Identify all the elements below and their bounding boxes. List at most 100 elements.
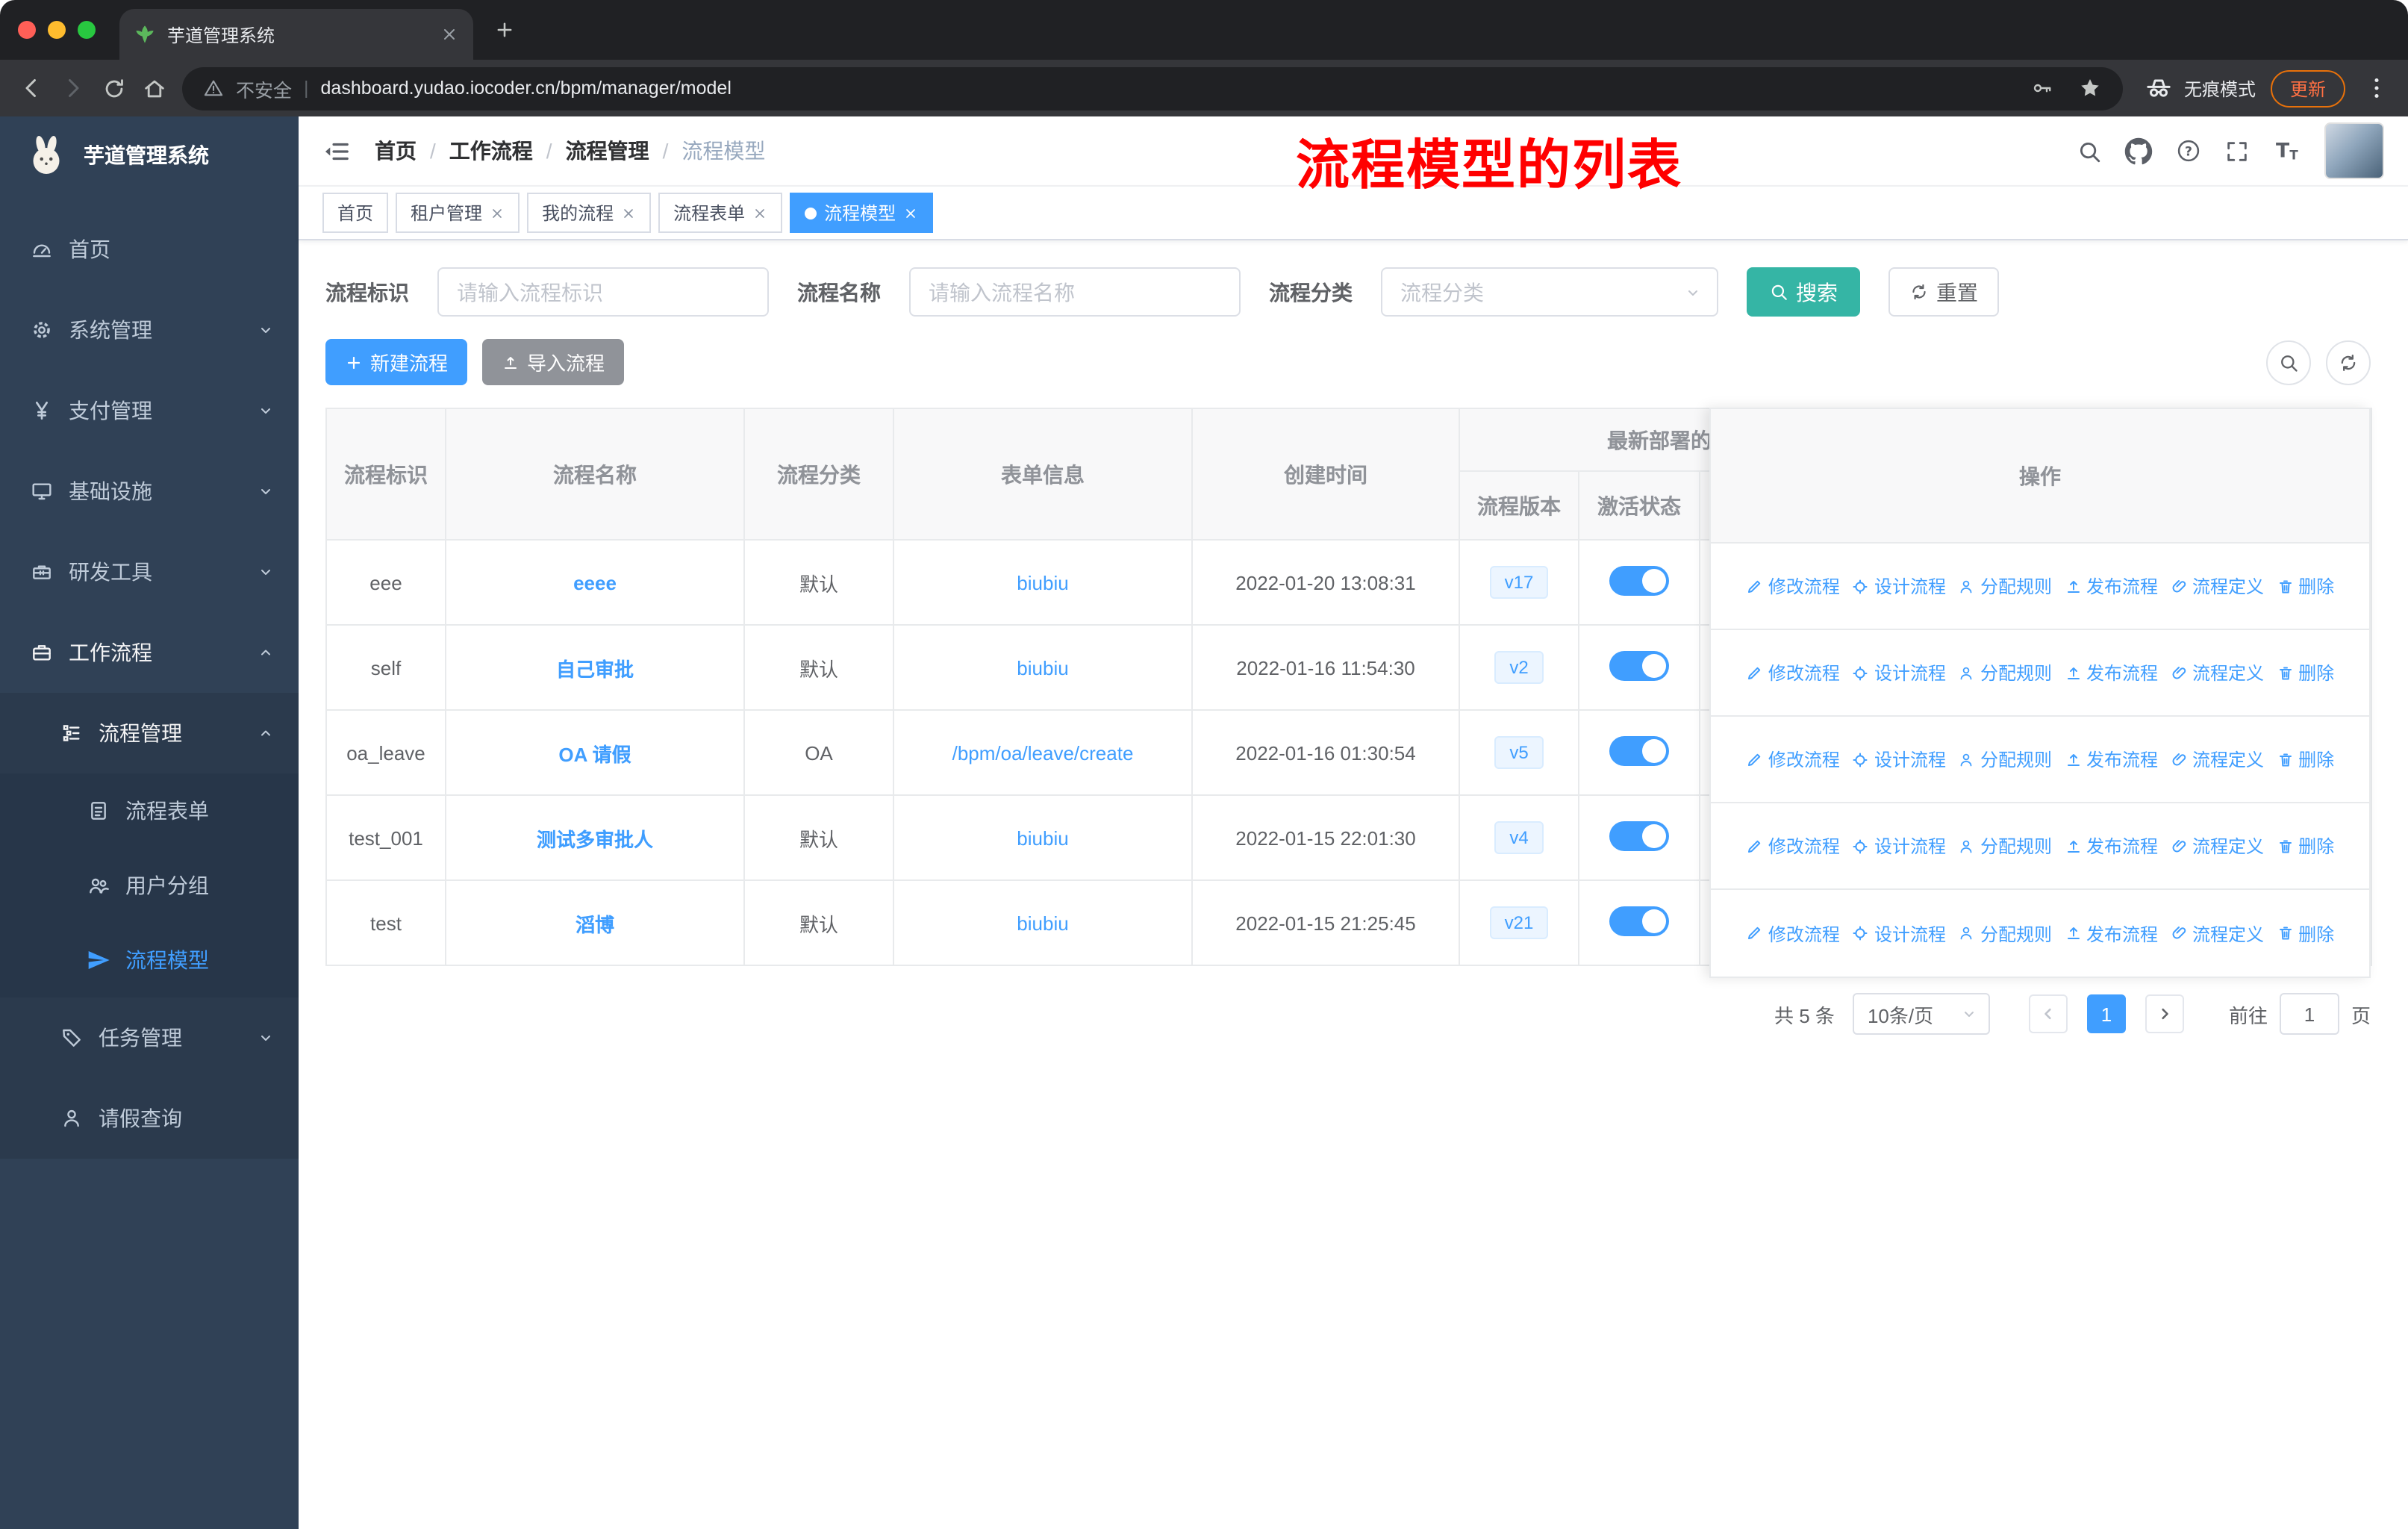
new-tab-button[interactable] [494,19,515,40]
active-toggle[interactable] [1609,565,1669,595]
action-publish[interactable]: 发布流程 [2064,747,2158,772]
close-icon[interactable] [621,205,636,220]
form-link[interactable]: biubiu [1017,826,1068,849]
sidebar-fold-icon[interactable] [322,137,351,165]
process-name-link[interactable]: eeee [573,571,617,594]
form-link[interactable]: biubiu [1017,656,1068,679]
password-key-icon[interactable] [2030,76,2054,100]
active-toggle[interactable] [1609,820,1669,850]
fullscreen-icon[interactable] [2224,138,2250,164]
active-toggle[interactable] [1609,650,1669,680]
process-name-input[interactable] [909,267,1241,317]
tag-process-model[interactable]: 流程模型 [790,193,934,233]
bookmark-star-icon[interactable] [2078,76,2102,100]
form-link[interactable]: biubiu [1017,571,1068,594]
search-button[interactable]: 搜索 [1747,267,1860,317]
action-definition[interactable]: 流程定义 [2170,660,2264,685]
browser-update-button[interactable]: 更新 [2270,69,2345,107]
action-assign[interactable]: 分配规则 [1958,660,2052,685]
sidebar-item-process-model[interactable]: 流程模型 [0,923,299,997]
reset-button[interactable]: 重置 [1888,267,1999,317]
action-modify[interactable]: 修改流程 [1746,921,1840,946]
page-size-select[interactable]: 10条/页 [1852,993,1990,1035]
sidebar-item-leave-query[interactable]: 请假查询 [0,1078,299,1159]
sidebar-item-task-manage[interactable]: 任务管理 [0,997,299,1078]
close-icon[interactable] [903,205,918,220]
action-modify[interactable]: 修改流程 [1746,573,1840,599]
action-design[interactable]: 设计流程 [1852,573,1946,599]
active-toggle[interactable] [1609,906,1669,935]
refresh-table-button[interactable] [2326,340,2371,384]
form-link[interactable]: /bpm/oa/leave/create [952,741,1134,764]
action-assign[interactable]: 分配规则 [1958,833,2052,859]
action-assign[interactable]: 分配规则 [1958,747,2052,772]
sidebar-item-process-form[interactable]: 流程表单 [0,773,299,848]
home-icon[interactable] [142,75,167,101]
sidebar-item-user-group[interactable]: 用户分组 [0,848,299,923]
action-assign[interactable]: 分配规则 [1958,921,2052,946]
help-icon[interactable] [2175,137,2202,164]
action-design[interactable]: 设计流程 [1852,747,1946,772]
tab-close-icon[interactable] [440,25,458,43]
tag-process-form[interactable]: 流程表单 [658,193,783,233]
process-name-link[interactable]: 自己审批 [556,658,634,680]
browser-menu-icon[interactable] [2363,75,2390,102]
avatar[interactable] [2324,122,2384,179]
browser-tab[interactable]: 芋道管理系统 [119,9,473,60]
back-icon[interactable] [18,75,45,102]
sidebar-item-payment[interactable]: 支付管理 [0,370,299,451]
maximize-window-button[interactable] [78,21,96,39]
action-design[interactable]: 设计流程 [1852,660,1946,685]
breadcrumb-home[interactable]: 首页 [375,136,417,166]
action-delete[interactable]: 删除 [2276,921,2334,946]
close-icon[interactable] [752,205,767,220]
forward-icon[interactable] [60,75,87,102]
action-definition[interactable]: 流程定义 [2170,573,2264,599]
goto-page-input[interactable] [2279,993,2339,1035]
sidebar-item-infra[interactable]: 基础设施 [0,451,299,532]
search-icon[interactable] [2077,138,2102,164]
prev-page-button[interactable] [2028,994,2068,1033]
action-delete[interactable]: 删除 [2276,833,2334,859]
action-design[interactable]: 设计流程 [1852,833,1946,859]
action-publish[interactable]: 发布流程 [2064,660,2158,685]
form-link[interactable]: biubiu [1017,912,1068,934]
action-publish[interactable]: 发布流程 [2064,921,2158,946]
tag-tenant[interactable]: 租户管理 [396,193,520,233]
address-bar[interactable]: 不安全 | dashboard.yudao.iocoder.cn/bpm/man… [182,66,2123,110]
action-definition[interactable]: 流程定义 [2170,921,2264,946]
page-number-1[interactable]: 1 [2086,994,2126,1033]
action-modify[interactable]: 修改流程 [1746,747,1840,772]
sidebar-item-system[interactable]: 系统管理 [0,290,299,370]
action-definition[interactable]: 流程定义 [2170,833,2264,859]
action-publish[interactable]: 发布流程 [2064,833,2158,859]
import-process-button[interactable]: 导入流程 [482,339,625,385]
action-modify[interactable]: 修改流程 [1746,660,1840,685]
action-modify[interactable]: 修改流程 [1746,833,1840,859]
sidebar-item-home[interactable]: 首页 [0,209,299,290]
process-name-link[interactable]: 滔博 [576,913,614,935]
sidebar-item-devtools[interactable]: 研发工具 [0,532,299,612]
active-toggle[interactable] [1609,735,1669,765]
minimize-window-button[interactable] [48,21,66,39]
next-page-button[interactable] [2145,994,2184,1033]
category-select[interactable]: 流程分类 [1381,267,1718,317]
breadcrumb-process-manage[interactable]: 流程管理 [566,136,649,166]
close-window-button[interactable] [18,21,36,39]
action-delete[interactable]: 删除 [2276,573,2334,599]
action-design[interactable]: 设计流程 [1852,921,1946,946]
action-assign[interactable]: 分配规则 [1958,573,2052,599]
action-delete[interactable]: 删除 [2276,660,2334,685]
create-process-button[interactable]: 新建流程 [325,339,468,385]
tag-home[interactable]: 首页 [322,193,389,233]
github-icon[interactable] [2124,137,2153,165]
tag-my-process[interactable]: 我的流程 [527,193,652,233]
action-publish[interactable]: 发布流程 [2064,573,2158,599]
process-key-input[interactable] [437,267,769,317]
sidebar-item-process-manage[interactable]: 流程管理 [0,693,299,773]
font-size-icon[interactable] [2272,136,2302,166]
reload-icon[interactable] [102,75,127,101]
process-name-link[interactable]: 测试多审批人 [537,828,653,850]
breadcrumb-workflow[interactable]: 工作流程 [449,136,533,166]
sidebar-item-workflow[interactable]: 工作流程 [0,612,299,693]
